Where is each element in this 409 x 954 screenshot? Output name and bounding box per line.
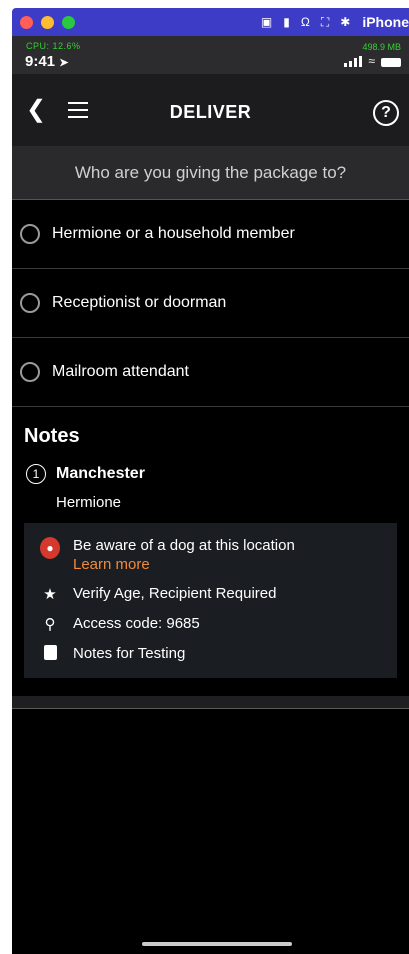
- minimize-window-button[interactable]: [41, 15, 54, 29]
- option-label: Mailroom attendant: [52, 363, 189, 380]
- status-bar: CPU: 12.6% 9:41 ➤ 498.9 MB ≈: [12, 36, 409, 74]
- note-icon: [40, 645, 60, 660]
- notes-section: Notes 1 Manchester Hermione ● Be aware o…: [12, 407, 409, 678]
- close-window-button[interactable]: [20, 15, 33, 29]
- dog-warning-text: Be aware of a dog at this location: [73, 537, 295, 554]
- help-icon[interactable]: ?: [373, 100, 399, 126]
- battery-icon: [381, 58, 401, 67]
- settings-icon[interactable]: ✱: [340, 15, 350, 29]
- memory-overlay: 498.9 MB: [362, 42, 401, 52]
- option-label: Receptionist or doorman: [52, 294, 227, 311]
- option-household[interactable]: Hermione or a household member: [12, 200, 409, 269]
- page-title: DELIVER: [169, 102, 252, 122]
- stop-number-badge: 1: [26, 464, 46, 484]
- access-code-row: ⚲ Access code: 9685: [24, 615, 397, 633]
- device-title: iPhone: [362, 14, 409, 30]
- key-icon: ⚲: [44, 616, 56, 633]
- learn-more-link[interactable]: Learn more: [73, 556, 295, 573]
- status-time: 9:41 ➤: [25, 53, 69, 70]
- fullscreen-icon[interactable]: ⛶: [321, 15, 329, 30]
- window-controls: [20, 15, 75, 29]
- video-icon[interactable]: ▮: [283, 15, 290, 29]
- access-code-text: Access code: 9685: [73, 615, 200, 632]
- option-label: Hermione or a household member: [52, 225, 295, 242]
- host-window-bar: ▣ ▮ Ω ⛶ ✱ iPhone: [12, 8, 409, 36]
- verify-age-row: ★ Verify Age, Recipient Required: [24, 585, 397, 603]
- headphones-icon[interactable]: Ω: [301, 15, 310, 29]
- section-divider: [12, 696, 409, 709]
- stop-header: 1 Manchester: [12, 448, 409, 484]
- radio-button[interactable]: [20, 224, 40, 244]
- wifi-icon: ≈: [368, 54, 375, 68]
- nav-bar: ❮ DELIVER ?: [12, 74, 409, 147]
- radio-button[interactable]: [20, 293, 40, 313]
- home-indicator[interactable]: [142, 942, 292, 946]
- radio-button[interactable]: [20, 362, 40, 382]
- question-prompt: Who are you giving the package to?: [12, 147, 409, 200]
- phone-screen: CPU: 12.6% 9:41 ➤ 498.9 MB ≈ ❮ DELIVER ?…: [12, 36, 409, 954]
- notes-heading: Notes: [24, 425, 80, 447]
- recipient-name: Hermione: [56, 494, 122, 511]
- star-icon: ★: [43, 586, 57, 603]
- paw-icon: ●: [40, 537, 60, 559]
- dog-warning-row: ● Be aware of a dog at this location Lea…: [24, 537, 397, 573]
- camera-icon[interactable]: ▣: [261, 15, 272, 29]
- zoom-window-button[interactable]: [62, 15, 75, 29]
- cpu-overlay: CPU: 12.6%: [26, 41, 81, 51]
- notes-testing-text: Notes for Testing: [73, 645, 186, 662]
- notes-testing-row: Notes for Testing: [24, 645, 397, 662]
- option-receptionist[interactable]: Receptionist or doorman: [12, 269, 409, 338]
- notes-card: ● Be aware of a dog at this location Lea…: [24, 523, 397, 678]
- option-mailroom[interactable]: Mailroom attendant: [12, 338, 409, 407]
- location-arrow-icon: ➤: [59, 57, 69, 69]
- stop-name: Manchester: [56, 465, 145, 482]
- verify-age-text: Verify Age, Recipient Required: [73, 585, 277, 602]
- signal-icon: [344, 56, 363, 67]
